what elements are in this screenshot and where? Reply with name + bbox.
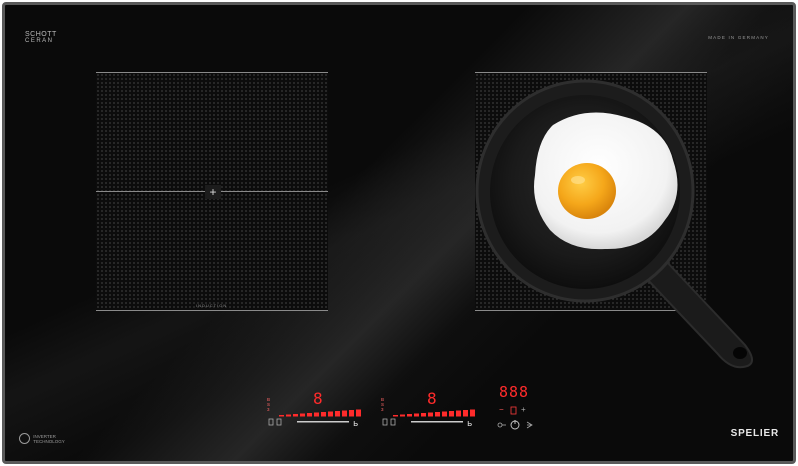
control-panel-left: B S 3 8 ь xyxy=(267,389,367,429)
svg-text:ь: ь xyxy=(353,419,358,429)
power-icon[interactable] xyxy=(510,420,520,430)
left-power-slider[interactable]: ь xyxy=(267,389,367,429)
brand-logo: SPELIER xyxy=(730,428,779,439)
right-power-slider[interactable]: ь xyxy=(381,389,481,429)
timer-icon xyxy=(510,406,517,415)
svg-text:ь: ь xyxy=(467,419,472,429)
control-panel-right: B S 3 8 ь xyxy=(381,389,481,429)
egg-yolk xyxy=(558,163,616,219)
badge-line-2: TECHNOLOGY xyxy=(33,438,65,444)
pause-icon[interactable] xyxy=(526,421,533,429)
pan-handle xyxy=(643,258,753,369)
lock-key-icon[interactable] xyxy=(497,422,506,428)
timer-controls xyxy=(497,406,533,430)
inverter-icon xyxy=(19,433,30,444)
timer-panel: 888 − + xyxy=(493,383,543,433)
inverter-badge: INVERTER TECHNOLOGY xyxy=(19,433,65,444)
induction-cooktop: SCHOTT CERAN MADE IN GERMANY + INDUCTION xyxy=(2,2,796,464)
